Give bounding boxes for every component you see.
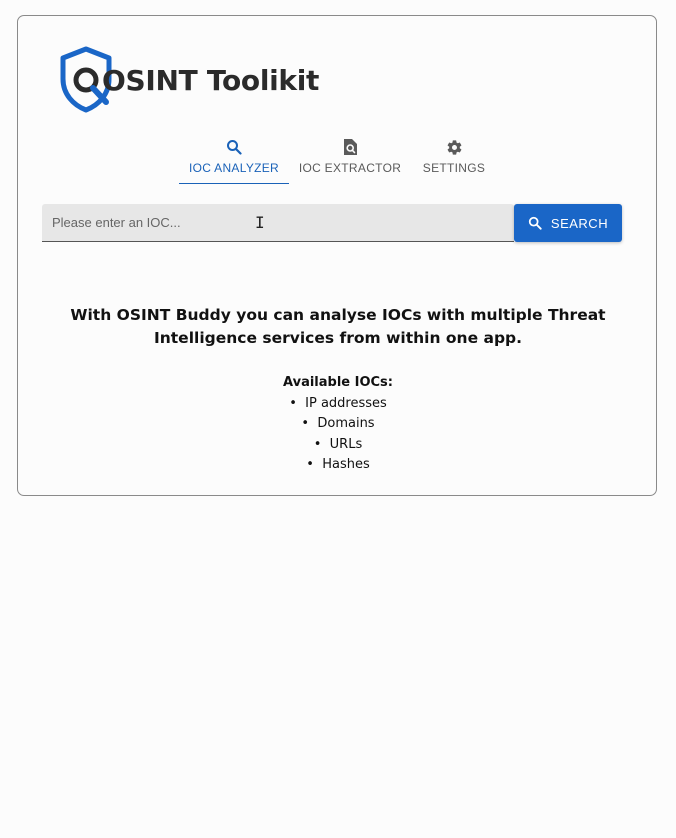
search-input[interactable] [42,204,514,241]
tab-label: IOC ANALYZER [188,161,280,175]
tab-label: IOC EXTRACTOR [298,161,402,175]
search-button[interactable]: SEARCH [514,204,622,242]
tab-ioc-analyzer[interactable]: IOC ANALYZER [179,134,289,184]
search-icon [226,137,242,157]
search-button-label: SEARCH [550,215,609,231]
tab-label: SETTINGS [422,161,486,175]
tab-settings[interactable]: SETTINGS [411,134,497,184]
gear-icon [446,137,463,157]
text-cursor-icon: I [255,213,265,232]
search-field: I [42,204,514,242]
intro-text: With OSINT Buddy you can analyse IOCs wi… [70,306,606,347]
tab-bar: IOC ANALYZER IOC EXTRACTOR SETTINGS [179,134,497,184]
main-card: OSINT Toolikit IOC ANALYZER IOC EXTRACTO… [17,15,657,496]
list-item: Domains [18,414,658,435]
search-icon [528,216,542,230]
ioc-list: IP addresses Domains URLs Hashes [18,394,658,476]
available-iocs-title: Available IOCs: [283,375,393,390]
tab-ioc-extractor[interactable]: IOC EXTRACTOR [289,134,411,184]
list-item: URLs [18,435,658,456]
available-iocs: Available IOCs: IP addresses Domains URL… [18,373,658,476]
app-title: OSINT Toolikit [102,64,320,97]
list-item: Hashes [18,455,658,476]
list-item: IP addresses [18,394,658,415]
file-search-icon [343,137,358,157]
